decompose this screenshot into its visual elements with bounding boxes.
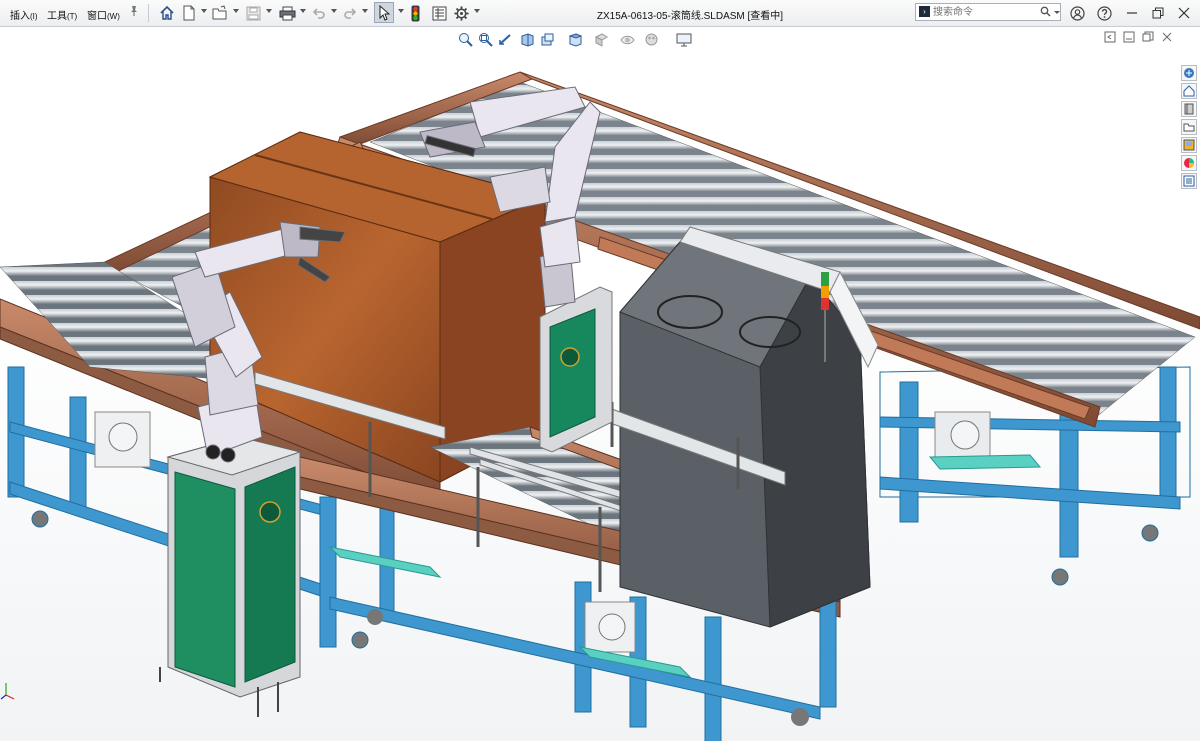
assembly-model[interactable]: [0, 27, 1200, 741]
new-document-icon[interactable]: [181, 3, 197, 23]
viewport-tile-icon[interactable]: [1104, 31, 1118, 45]
view-orientation-icon[interactable]: [568, 32, 583, 50]
hide-show-icon[interactable]: [620, 32, 635, 50]
search-icon[interactable]: [1040, 6, 1051, 20]
help-icon[interactable]: [1095, 4, 1113, 22]
options-gear-icon[interactable]: [452, 3, 470, 23]
user-account-icon[interactable]: [1068, 4, 1086, 22]
appearances-icon[interactable]: [1181, 137, 1197, 153]
search-dropdown-icon[interactable]: [1054, 11, 1060, 14]
viewport-close-icon[interactable]: [1161, 31, 1175, 45]
viewport-restore-icon[interactable]: [1142, 31, 1156, 45]
dynamic-annotation-icon[interactable]: [540, 32, 555, 50]
title-bar: 插入(I) 工具(T) 窗口(W) ZX15A-0613-05-滚筒线.SLDA…: [0, 0, 1200, 27]
task-pane: [1181, 65, 1199, 219]
undo-icon[interactable]: [311, 3, 327, 23]
zoom-area-icon[interactable]: [478, 32, 493, 50]
zoom-to-fit-icon[interactable]: [458, 32, 473, 50]
home-icon[interactable]: [158, 3, 176, 23]
print-icon[interactable]: [277, 3, 297, 23]
restore-icon[interactable]: [1149, 4, 1167, 22]
menu-tools[interactable]: 工具(T): [47, 7, 77, 22]
file-properties-icon[interactable]: [430, 3, 448, 23]
front-robot-cabinet: [159, 436, 302, 717]
file-explorer-icon[interactable]: [1181, 101, 1197, 117]
save-icon[interactable]: [244, 3, 262, 23]
section-view-icon[interactable]: [520, 32, 535, 50]
document-title: ZX15A-0613-05-滚筒线.SLDASM [查看中]: [596, 11, 784, 22]
display-style-icon[interactable]: [594, 32, 609, 50]
search-commands-box[interactable]: ›: [915, 3, 1061, 21]
open-folder-icon[interactable]: [211, 3, 229, 23]
graphics-area[interactable]: [0, 27, 1200, 741]
pin-menu-icon[interactable]: [129, 5, 139, 20]
grey-machine: [564, 226, 879, 628]
minimize-icon[interactable]: [1123, 4, 1141, 22]
property-list-icon[interactable]: [1181, 173, 1197, 189]
redo-icon[interactable]: [342, 3, 358, 23]
back-robot-cabinet: [539, 286, 613, 453]
custom-properties-icon[interactable]: [1181, 155, 1197, 171]
select-pointer-icon[interactable]: [374, 2, 394, 23]
view-palette-icon[interactable]: [1181, 119, 1197, 135]
menu-window[interactable]: 窗口(W): [87, 7, 120, 22]
traffic-light-icon[interactable]: [408, 3, 422, 23]
solidworks-resources-icon[interactable]: [1181, 65, 1197, 81]
viewport-minimize-icon[interactable]: [1123, 31, 1137, 45]
design-library-icon[interactable]: [1181, 83, 1197, 99]
previous-view-icon[interactable]: [498, 32, 513, 50]
search-input[interactable]: [933, 5, 1033, 19]
close-icon[interactable]: [1175, 4, 1193, 22]
edit-appearance-icon[interactable]: [644, 32, 659, 50]
command-prompt-icon: ›: [919, 6, 930, 17]
menu-insert[interactable]: 插入(I): [10, 7, 38, 22]
reference-triad-icon: [0, 677, 20, 707]
view-settings-icon[interactable]: [676, 32, 692, 50]
